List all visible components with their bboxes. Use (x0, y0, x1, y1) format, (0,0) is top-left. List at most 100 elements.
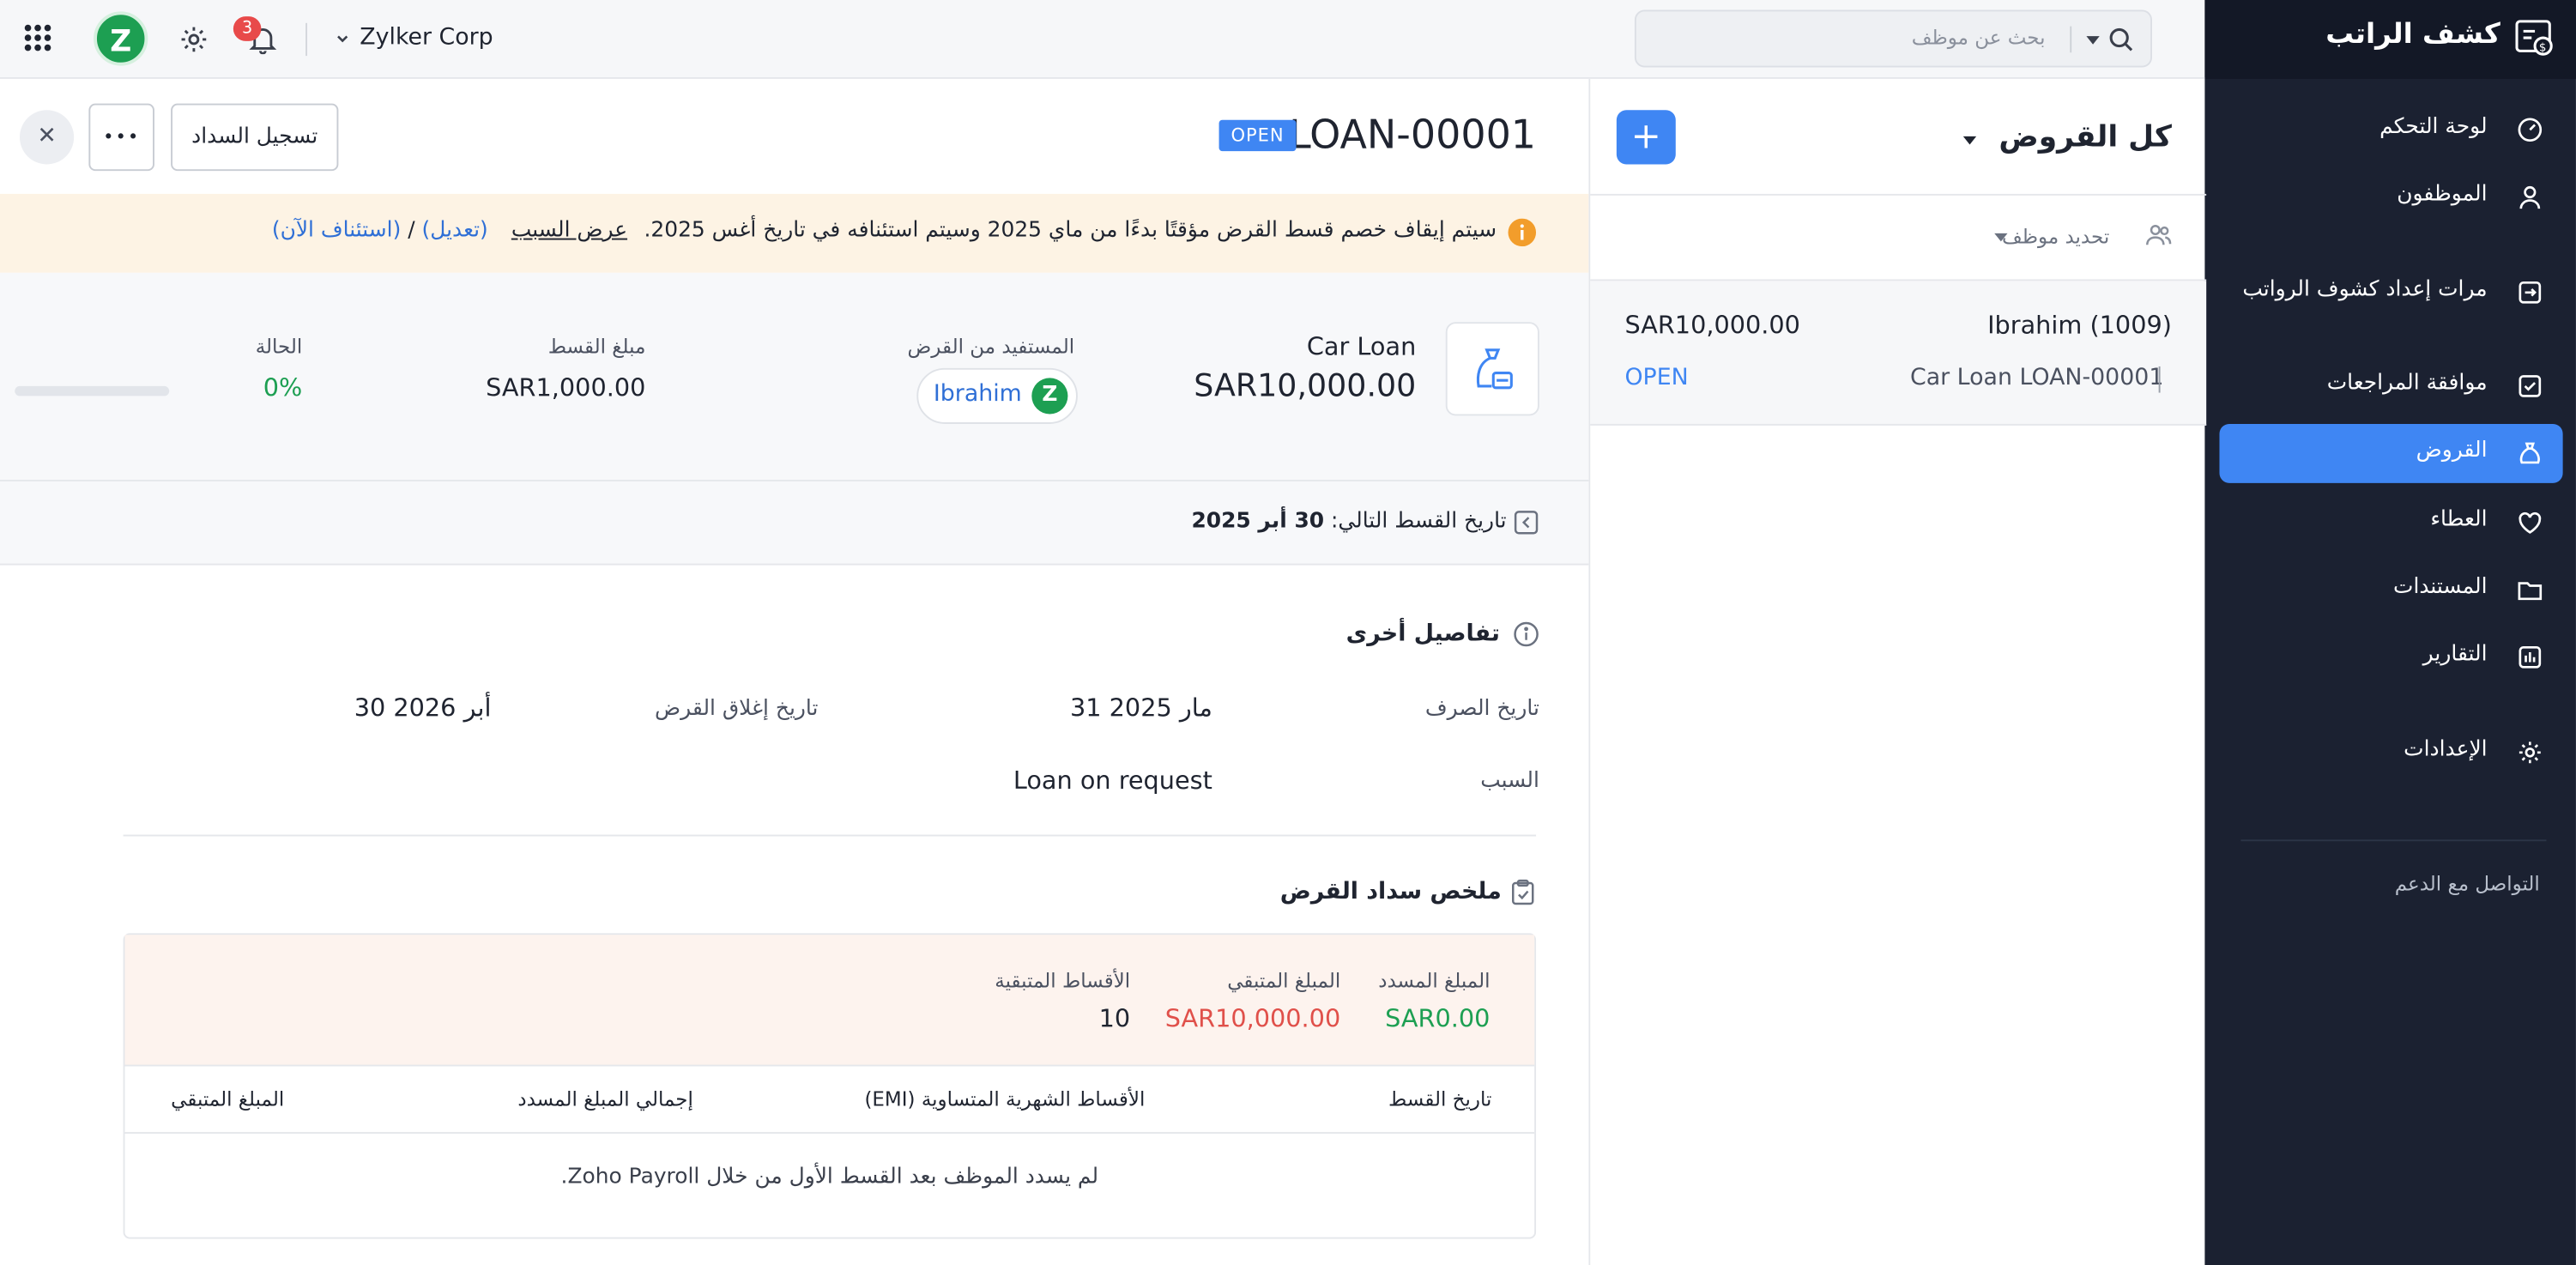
info-icon (1514, 621, 1539, 647)
sidebar-item-label: مرات إعداد كشوف الرواتب (2242, 277, 2488, 303)
filter-caret-icon[interactable] (1992, 232, 2009, 243)
remaining-installments-value: 10 (1098, 1003, 1131, 1034)
bar-chart-icon (2519, 645, 2542, 669)
sidebar-item-label: القروض (2416, 439, 2488, 463)
next-installment: تاريخ القسط التالي: 30 أبر 2025 (1191, 509, 1506, 534)
beneficiary-label: المستفيد من القرض (907, 335, 1075, 359)
user-icon (2519, 185, 2541, 209)
chevron-down-icon (337, 34, 348, 42)
column-header: المبلغ المتبقي (171, 1087, 285, 1111)
sidebar-item-label: لوحة التحكم (2379, 115, 2488, 140)
next-installment-row: تاريخ القسط التالي: 30 أبر 2025 (0, 481, 1589, 566)
avatar[interactable]: Z (94, 11, 148, 66)
heart-icon (2519, 511, 2542, 534)
topbar-separator (305, 22, 308, 57)
search-input[interactable]: بحث عن موظف (1912, 27, 2046, 50)
sidebar-item-label: موافقة المراجعات (2326, 371, 2488, 396)
progress-percent: 0% (263, 372, 303, 403)
remaining-amount-label: المبلغ المتبقي (1227, 969, 1341, 993)
money-bag-icon (2519, 442, 2540, 464)
banner-text: سيتم إيقاف خصم قسط القرض مؤقتًا بدءًا من… (644, 218, 1497, 244)
sidebar-item-documents[interactable]: المستندات (2219, 560, 2562, 620)
sidebar-item-dashboard[interactable]: لوحة التحكم (2219, 100, 2562, 160)
list-title-text: كل القروض (1999, 119, 2172, 154)
loans-list-panel: كل القروض + تحديد موظف Ibrahim (1009) SA… (1588, 78, 2207, 1265)
notification-badge: 3 (233, 16, 262, 41)
disbursement-value: 31 مار 2025 (1069, 693, 1212, 723)
sidebar-item-employees[interactable]: الموظفون (2219, 167, 2562, 227)
closing-date-value: 30 أبر 2026 (354, 693, 492, 723)
folder-icon (2518, 582, 2543, 601)
repayment-progress-bar (15, 385, 170, 396)
banner-message: سيتم إيقاف خصم قسط القرض مؤقتًا بدءًا من… (272, 219, 1497, 244)
sidebar-item-label: الموظفون (2397, 182, 2488, 208)
next-installment-label: تاريخ القسط التالي: (1331, 509, 1507, 535)
loan-id-title: LOAN-00001 (1289, 112, 1537, 158)
sidebar-item-reports[interactable]: التقارير (2219, 627, 2562, 687)
reason-value: Loan on request (1013, 766, 1212, 796)
sidebar-item-settings[interactable]: الإعدادات (2219, 723, 2562, 782)
view-reason-link[interactable]: عرض السبب (511, 219, 627, 244)
loan-icon-box (1445, 322, 1539, 416)
beneficiary-name: Ibrahim (933, 381, 1022, 408)
repayment-summary-title: ملخص سداد القرض (1279, 879, 1502, 905)
list-title[interactable]: كل القروض (1962, 120, 2172, 154)
gear-icon (2519, 741, 2541, 764)
sidebar: كشف الراتب $ لوحة التحكم الموظفون مرات إ… (2204, 0, 2576, 1265)
status-badge: OPEN (1218, 119, 1297, 152)
settings-gear-icon[interactable] (179, 25, 209, 54)
remaining-installments-label: الأقساط المتبقية (995, 969, 1131, 993)
employee-filter[interactable]: تحديد موظف (2002, 225, 2109, 248)
money-bag-icon (1476, 348, 1513, 390)
repayment-summary-box: المبلغ المسدد SAR0.00 المبلغ المتبقي SAR… (123, 933, 1537, 1239)
loan-name: Car Loan (1306, 331, 1417, 362)
caret-down-icon[interactable] (2085, 33, 2101, 45)
sidebar-item-label: العطاء (2430, 507, 2488, 533)
pause-banner: سيتم إيقاف خصم قسط القرض مؤقتًا بدءًا من… (0, 193, 1589, 273)
clipboard-check-icon (1512, 879, 1534, 905)
reason-label: السبب (1480, 768, 1539, 794)
employee-search[interactable]: بحث عن موظف (1634, 9, 2152, 68)
sidebar-item-giving[interactable]: العطاء (2219, 493, 2562, 552)
contact-support-link[interactable]: التواصل مع الدعم (2395, 873, 2540, 896)
payroll-logo-icon: $ (2515, 20, 2553, 56)
org-switcher[interactable]: Zylker Corp (336, 25, 493, 51)
svg-text:$: $ (2539, 41, 2547, 54)
banner-separator: / (408, 218, 415, 244)
table-header: تاريخ القسط الأقساط الشهرية المتساوية (E… (124, 1067, 1535, 1135)
status-label: الحالة (255, 335, 303, 359)
top-bar: Z 3 Zylker Corp بحث عن موظف (0, 0, 2205, 79)
sidebar-item-payruns[interactable]: مرات إعداد كشوف الرواتب (2219, 263, 2562, 322)
search-icon (2109, 27, 2133, 51)
gauge-icon (2518, 118, 2543, 142)
beneficiary-chip[interactable]: Z Ibrahim (916, 367, 1078, 424)
org-name: Zylker Corp (360, 24, 493, 51)
more-options-button[interactable]: ••• (88, 103, 154, 172)
users-icon (2146, 224, 2172, 245)
sidebar-brand: كشف الراتب $ (2204, 0, 2576, 79)
edit-link[interactable]: (تعديل) (422, 219, 488, 244)
sidebar-item-loans[interactable]: القروض (2219, 423, 2563, 483)
remaining-amount-value: SAR10,000.00 (1164, 1003, 1341, 1034)
sidebar-item-approvals[interactable]: موافقة المراجعات (2219, 356, 2562, 415)
calendar-arrow-icon (1514, 511, 1539, 535)
paid-amount-label: المبلغ المسدد (1378, 969, 1491, 993)
record-repayment-button[interactable]: تسجيل السداد (171, 103, 339, 172)
empty-repayments-message: لم يسدد الموظف بعد القسط الأول من خلال Z… (560, 1165, 1099, 1190)
brand-title: كشف الراتب (2325, 18, 2500, 51)
loan-summary: Car Loan SAR10,000.00 المستفيد من القرض … (0, 272, 1589, 481)
sidebar-divider (2240, 839, 2547, 842)
add-loan-button[interactable]: + (1616, 110, 1676, 165)
repayment-totals: المبلغ المسدد SAR0.00 المبلغ المتبقي SAR… (124, 935, 1535, 1067)
resume-now-link[interactable]: (استئناف الآن) (272, 219, 401, 244)
divider (123, 834, 1537, 837)
loan-amount: SAR10,000.00 (1194, 367, 1417, 404)
info-warning-icon (1508, 218, 1537, 247)
close-button[interactable]: ✕ (19, 110, 75, 165)
list-item-loan-ref: Car Loan LOAN-00001 (1909, 365, 2164, 391)
installment-label: مبلغ القسط (547, 335, 646, 359)
list-item[interactable]: Ibrahim (1009) SAR10,000.00 Car Loan LOA… (1590, 281, 2207, 426)
app-grid-icon[interactable] (23, 23, 52, 52)
sidebar-item-label: التقارير (2422, 642, 2488, 668)
sidebar-item-label: المستندات (2393, 575, 2488, 600)
